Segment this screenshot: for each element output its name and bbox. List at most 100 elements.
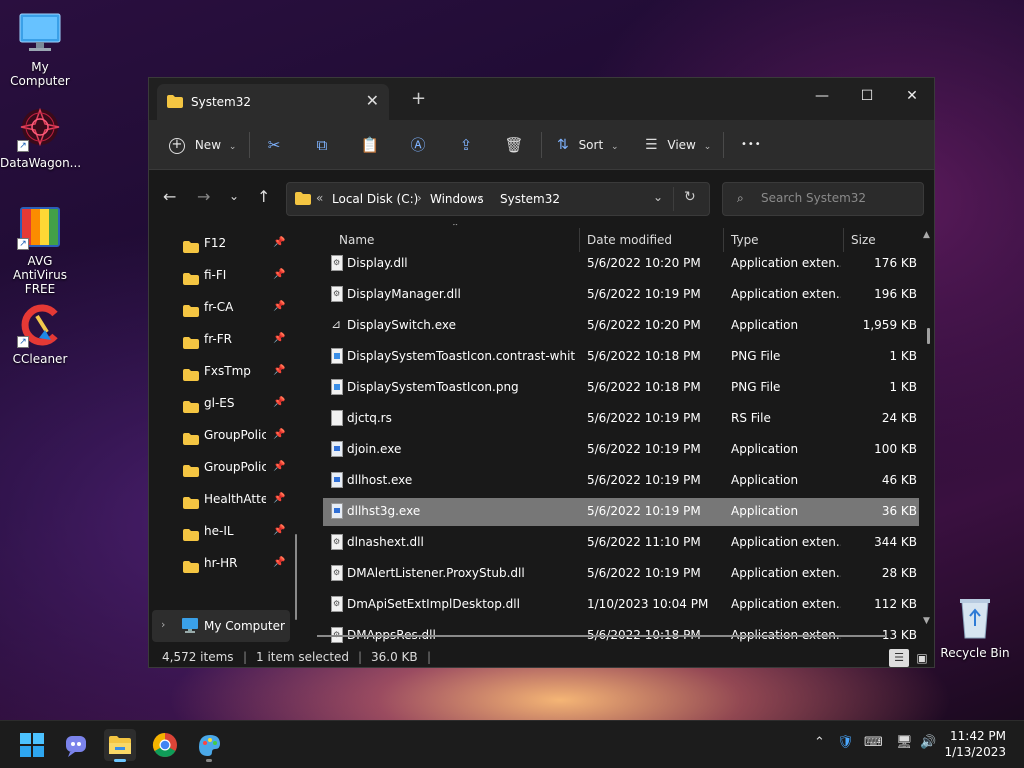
view-button[interactable]: ☰ View ⌄: [645, 133, 711, 157]
more-options-button[interactable]: •••: [741, 133, 762, 157]
security-shield-icon[interactable]: 🛡: [837, 735, 854, 750]
column-header-size[interactable]: Size: [851, 233, 876, 247]
cut-icon[interactable]: ✂: [263, 134, 285, 156]
nav-item-fr-fr[interactable]: fr-FR 📌: [183, 327, 287, 351]
tab-system32[interactable]: System32 ✕: [157, 84, 389, 120]
monitor-icon: [17, 10, 63, 56]
column-header-name[interactable]: Name: [339, 233, 374, 247]
column-divider[interactable]: [843, 228, 844, 252]
file-row[interactable]: DisplaySystemToastIcon.png 5/6/2022 10:18…: [323, 374, 919, 402]
nav-item-my-computer[interactable]: › My Computer: [152, 610, 290, 642]
nav-item-fxstmp[interactable]: FxsTmp 📌: [183, 359, 287, 383]
new-tab-button[interactable]: +: [411, 88, 426, 109]
nav-item-f12[interactable]: F12 📌: [183, 231, 287, 255]
file-list-scrollbar[interactable]: ▲ ▼: [923, 230, 933, 633]
desktop-icon-recycle-bin[interactable]: Recycle Bin: [935, 596, 1015, 660]
nav-item-grouppolicyusers[interactable]: GroupPolicyUsers 📌: [183, 455, 287, 479]
nav-item-he-il[interactable]: he-IL 📌: [183, 519, 287, 543]
file-row[interactable]: DisplaySystemToastIcon.contrast-white.p.…: [323, 343, 919, 371]
file-row[interactable]: dllhost.exe 5/6/2022 10:19 PM Application 4…: [323, 467, 919, 495]
nav-item-gl-es[interactable]: gl-ES 📌: [183, 391, 287, 415]
file-name: djctq.rs: [347, 411, 392, 425]
paint-icon[interactable]: [193, 729, 225, 762]
nav-item-fi-fi[interactable]: fi-FI 📌: [183, 263, 287, 287]
nav-item-hr-hr[interactable]: hr-HR 📌: [183, 551, 287, 575]
clock[interactable]: 11:42 PM 1/13/2023: [944, 728, 1006, 760]
show-hidden-icons-chevron-icon[interactable]: ⌃: [814, 735, 825, 750]
back-arrow-icon[interactable]: ←: [163, 187, 176, 206]
column-divider[interactable]: [723, 228, 724, 252]
network-icon[interactable]: 🖥: [896, 735, 913, 750]
tab-close-button[interactable]: ✕: [366, 91, 379, 110]
file-row[interactable]: dllhst3g.exe 5/6/2022 10:19 PM Application…: [323, 498, 919, 526]
volume-icon[interactable]: 🔊: [920, 735, 936, 750]
close-window-button[interactable]: ✕: [889, 82, 935, 110]
file-date: 5/6/2022 10:19 PM: [587, 287, 701, 301]
sort-button[interactable]: ⇅ Sort ⌄: [557, 133, 619, 157]
desktop-icon-datawagon[interactable]: ↗ DataWagon...: [0, 106, 81, 170]
navigation-pane: F12 📌 fi-FI 📌 fr-CA 📌 fr-FR 📌 FxsTmp 📌 gl-ES 📌…: [149, 224, 301, 649]
recent-chevron-icon[interactable]: ⌄: [229, 189, 239, 203]
up-arrow-icon[interactable]: ↑: [257, 187, 270, 206]
file-row[interactable]: Display.dll 5/6/2022 10:20 PM Application …: [323, 250, 919, 278]
desktop-icon-avg[interactable]: ↗ AVG AntiVirus FREE: [0, 204, 80, 296]
forward-arrow-icon[interactable]: →: [197, 187, 210, 206]
rename-icon[interactable]: Ⓐ: [407, 134, 429, 156]
details-view-icon[interactable]: ☰: [889, 649, 909, 667]
teams-chat-icon[interactable]: [60, 729, 92, 761]
chrome-icon[interactable]: [149, 729, 181, 761]
status-divider: |: [243, 650, 248, 664]
file-name: DMAlertListener.ProxyStub.dll: [347, 566, 525, 580]
breadcrumb-system32[interactable]: System32: [500, 192, 560, 206]
address-dropdown-icon[interactable]: ⌄: [653, 190, 663, 204]
file-row[interactable]: dlnashext.dll 5/6/2022 11:10 PM Applicatio…: [323, 529, 919, 557]
desktop-icon-label: Recycle Bin: [940, 646, 1010, 660]
breadcrumb-windows[interactable]: Windows: [430, 192, 484, 206]
column-header-date[interactable]: Date modified: [587, 233, 672, 247]
file-type: PNG File: [731, 380, 781, 394]
maximize-button[interactable]: ☐: [844, 82, 890, 110]
search-box[interactable]: ⌕: [722, 182, 924, 216]
desktop-icon-ccleaner[interactable]: ↗ CCleaner: [0, 302, 80, 366]
nav-item-grouppolicy[interactable]: GroupPolicy 📌: [183, 423, 287, 447]
active-indicator: [114, 759, 126, 762]
scroll-up-icon[interactable]: ▲: [923, 230, 930, 240]
file-row[interactable]: ⊿ DisplaySwitch.exe 5/6/2022 10:20 PM Appli…: [323, 312, 919, 340]
new-button[interactable]: + New ⌄: [169, 133, 236, 157]
file-explorer-window: System32 ✕ + — ☐ ✕ + New ⌄ ✂ ⧉ 📋 Ⓐ ⇪ 🗑 ⇅…: [148, 77, 935, 668]
file-dll-icon: [331, 534, 343, 550]
scroll-thumb[interactable]: [927, 328, 930, 344]
desktop-icon-my-computer[interactable]: My Computer: [0, 10, 80, 88]
scroll-down-icon[interactable]: ▼: [923, 616, 930, 626]
share-icon[interactable]: ⇪: [455, 134, 477, 156]
copy-icon[interactable]: ⧉: [311, 134, 333, 156]
breadcrumb-overflow[interactable]: «: [316, 191, 323, 205]
paste-icon[interactable]: 📋: [359, 134, 381, 156]
nav-scrollbar[interactable]: [295, 534, 297, 620]
column-divider[interactable]: [579, 228, 580, 252]
file-size: 1 KB: [889, 380, 917, 394]
nav-item-healthattestation[interactable]: HealthAttestation 📌: [183, 487, 287, 511]
start-windows-icon[interactable]: [16, 729, 48, 761]
tiles-view-icon[interactable]: ▣: [913, 649, 931, 667]
file-size: 46 KB: [881, 473, 917, 487]
file-row[interactable]: DisplayManager.dll 5/6/2022 10:19 PM Appli…: [323, 281, 919, 309]
file-name: DisplaySwitch.exe: [347, 318, 457, 332]
delete-icon[interactable]: 🗑: [503, 134, 525, 156]
breadcrumb-local-disk[interactable]: Local Disk (C:): [332, 192, 418, 206]
file-row[interactable]: DMAlertListener.ProxyStub.dll 5/6/2022 10…: [323, 560, 919, 588]
nav-item-fr-ca[interactable]: fr-CA 📌: [183, 295, 287, 319]
file-row[interactable]: djctq.rs 5/6/2022 10:19 PM RS File 24 KB: [323, 405, 919, 433]
horizontal-scrollbar[interactable]: [317, 635, 887, 637]
keyboard-icon[interactable]: ⌨: [864, 735, 883, 750]
minimize-button[interactable]: —: [799, 82, 845, 110]
refresh-icon[interactable]: ↻: [684, 189, 696, 205]
file-row[interactable]: DmApiSetExtImplDesktop.dll 1/10/2023 10:0…: [323, 591, 919, 619]
file-explorer-taskbar-icon[interactable]: [104, 729, 136, 762]
column-header-type[interactable]: Type: [731, 233, 759, 247]
address-bar[interactable]: « Local Disk (C:) › Windows › System32 ⌄…: [286, 182, 710, 216]
file-name: DisplaySystemToastIcon.contrast-white.p.…: [347, 349, 575, 363]
folder-icon: [183, 365, 199, 389]
file-row[interactable]: djoin.exe 5/6/2022 10:19 PM Application 100…: [323, 436, 919, 464]
search-input[interactable]: [761, 191, 911, 205]
